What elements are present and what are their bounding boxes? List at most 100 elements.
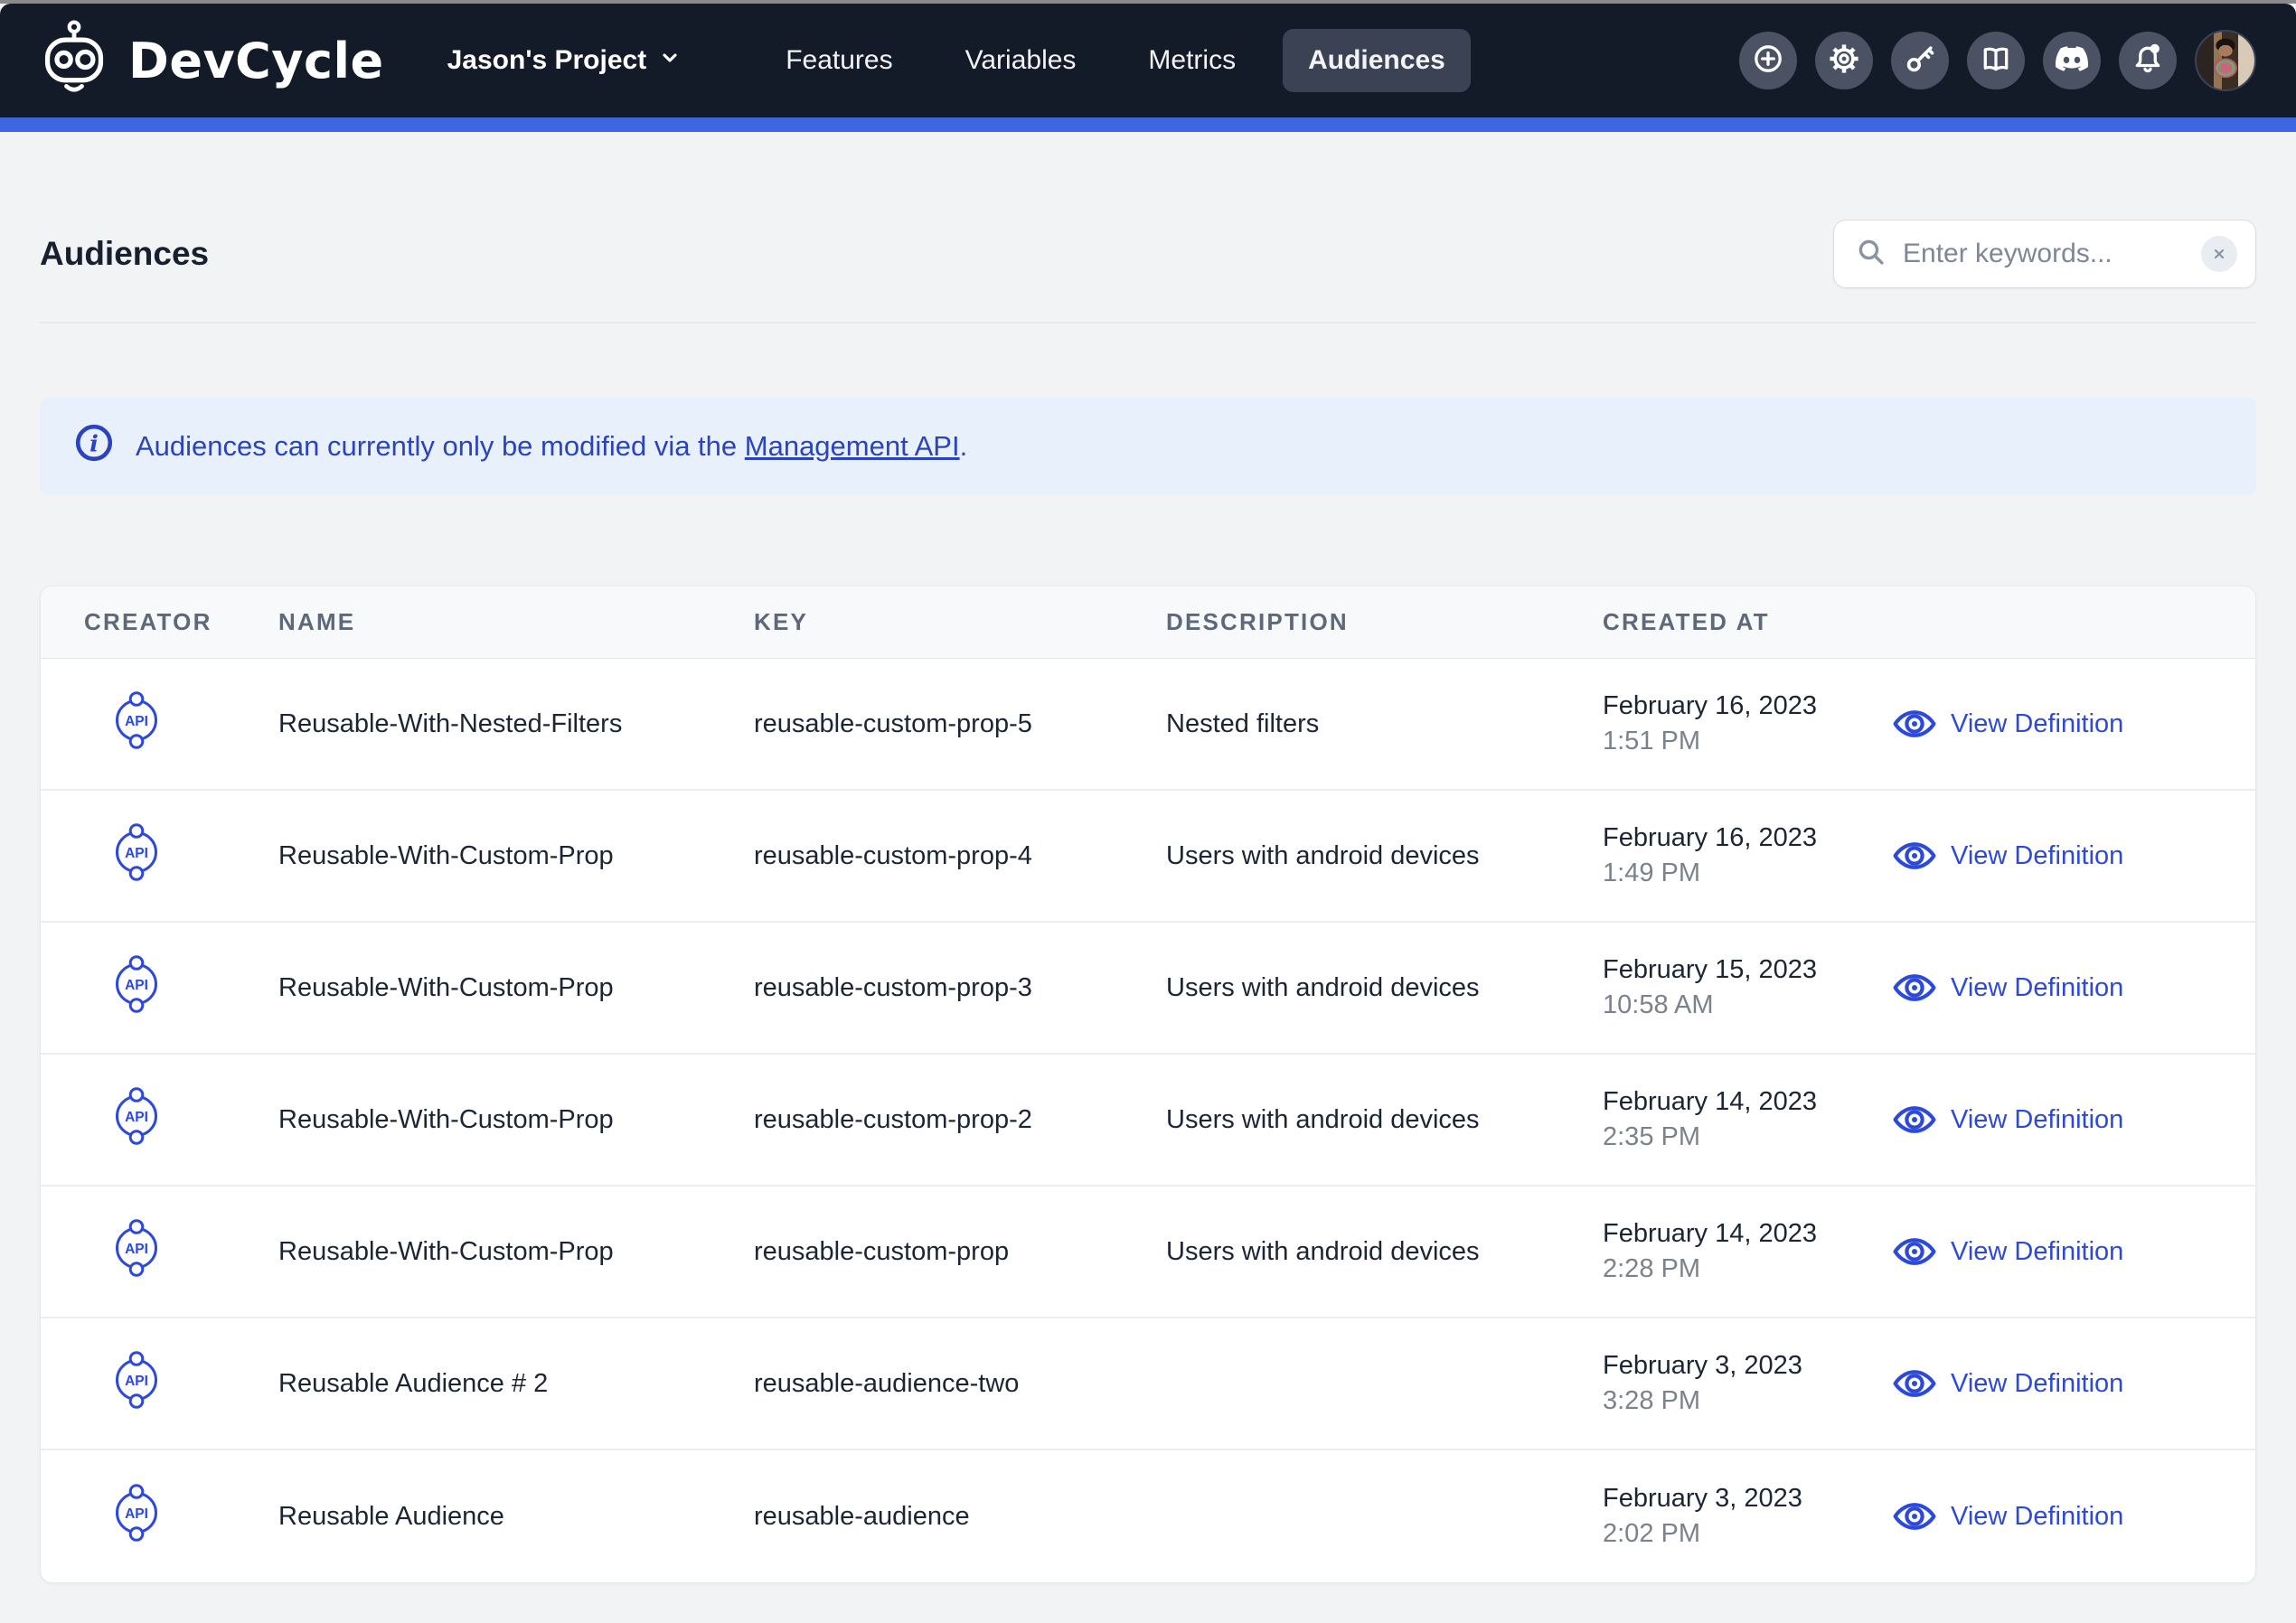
audience-key: reusable-custom-prop-4 [754, 841, 1166, 871]
management-api-link[interactable]: Management API [745, 430, 960, 462]
svg-text:i: i [89, 431, 99, 458]
api-creator-icon: API [111, 1347, 162, 1412]
audience-description: Users with android devices [1166, 973, 1603, 1003]
created-time: 2:28 PM [1603, 1252, 1893, 1287]
view-definition-link[interactable]: View Definition [1951, 1502, 2123, 1532]
table-row: API Reusable Audience # 2 reusable-audie… [41, 1318, 2255, 1450]
table-row: API Reusable Audience reusable-audience … [41, 1450, 2255, 1582]
nav-item-audiences[interactable]: Audiences [1283, 29, 1471, 92]
notifications-button[interactable] [2119, 32, 2177, 89]
brand-wordmark: DevCycle [128, 33, 384, 89]
search-box[interactable] [1833, 220, 2256, 288]
info-icon: i [74, 423, 114, 470]
eye-icon [1893, 1098, 1936, 1141]
view-definition-link[interactable]: View Definition [1951, 1105, 2123, 1135]
table-body: API Reusable-With-Nested-Filters reusabl… [41, 659, 2255, 1582]
audience-key: reusable-audience-two [754, 1369, 1166, 1399]
view-definition-link[interactable]: View Definition [1951, 973, 2123, 1003]
audience-name: Reusable-With-Custom-Prop [278, 1237, 754, 1267]
created-time: 2:35 PM [1603, 1120, 1893, 1155]
view-definition-link[interactable]: View Definition [1951, 1369, 2123, 1399]
nav-item-features[interactable]: Features [760, 29, 917, 92]
audience-key: reusable-custom-prop-3 [754, 973, 1166, 1003]
audience-name: Reusable-With-Custom-Prop [278, 973, 754, 1003]
column-header-name: NAME [278, 608, 754, 636]
created-date: February 3, 2023 [1603, 1348, 1893, 1384]
api-keys-button[interactable] [1891, 32, 1949, 89]
table-row: API Reusable-With-Custom-Prop reusable-c… [41, 923, 2255, 1055]
view-definition-link[interactable]: View Definition [1951, 1237, 2123, 1267]
audience-name: Reusable-With-Custom-Prop [278, 841, 754, 871]
plus-circle-icon [1752, 42, 1784, 80]
view-definition-link[interactable]: View Definition [1951, 709, 2123, 739]
audience-name: Reusable Audience [278, 1502, 754, 1532]
search-icon [1856, 237, 1887, 272]
navbar-actions [1739, 30, 2256, 91]
chevron-down-icon [659, 45, 681, 76]
created-date: February 16, 2023 [1603, 689, 1893, 724]
svg-text:API: API [125, 714, 148, 729]
section-divider [40, 322, 2256, 324]
svg-text:API: API [125, 1506, 148, 1522]
gear-icon [1828, 42, 1860, 80]
devcycle-logo[interactable]: DevCycle [40, 19, 384, 103]
created-date: February 14, 2023 [1603, 1216, 1893, 1252]
table-header: CREATOR NAME KEY DESCRIPTION CREATED AT [41, 586, 2255, 659]
eye-icon [1893, 966, 1936, 1009]
api-creator-icon: API [111, 1215, 162, 1281]
api-creator-icon: API [111, 820, 162, 885]
top-navbar: DevCycle Jason's Project Features Variab… [0, 4, 2296, 117]
created-time: 1:51 PM [1603, 724, 1893, 759]
audience-description: Nested filters [1166, 709, 1603, 739]
nav-item-metrics[interactable]: Metrics [1123, 29, 1261, 92]
key-icon [1904, 42, 1936, 80]
nav-item-variables[interactable]: Variables [940, 29, 1102, 92]
created-time: 1:49 PM [1603, 856, 1893, 891]
eye-icon [1893, 1362, 1936, 1405]
discord-button[interactable] [2043, 32, 2101, 89]
eye-icon [1893, 1230, 1936, 1273]
created-date: February 14, 2023 [1603, 1084, 1893, 1120]
audience-description: Users with android devices [1166, 1105, 1603, 1135]
api-creator-icon: API [111, 1480, 162, 1545]
table-row: API Reusable-With-Custom-Prop reusable-c… [41, 1055, 2255, 1187]
create-button[interactable] [1739, 32, 1797, 89]
created-time: 10:58 AM [1603, 988, 1893, 1023]
docs-button[interactable] [1967, 32, 2025, 89]
eye-icon [1893, 702, 1936, 746]
column-header-creator: CREATOR [41, 608, 278, 636]
user-avatar[interactable] [2195, 30, 2256, 91]
created-date: February 15, 2023 [1603, 952, 1893, 988]
audiences-table: CREATOR NAME KEY DESCRIPTION CREATED AT … [40, 586, 2256, 1583]
audience-key: reusable-custom-prop-5 [754, 709, 1166, 739]
audience-key: reusable-custom-prop-2 [754, 1105, 1166, 1135]
table-row: API Reusable-With-Nested-Filters reusabl… [41, 659, 2255, 791]
search-input[interactable] [1903, 239, 2201, 269]
audience-description: Users with android devices [1166, 1237, 1603, 1267]
api-creator-icon: API [111, 688, 162, 753]
api-creator-icon: API [111, 1084, 162, 1149]
accent-bar [0, 117, 2296, 132]
audience-description: Users with android devices [1166, 841, 1603, 871]
project-selector[interactable]: Jason's Project [447, 45, 682, 76]
created-time: 3:28 PM [1603, 1384, 1893, 1419]
eye-icon [1893, 1495, 1936, 1538]
bell-icon [2131, 42, 2164, 80]
eye-icon [1893, 834, 1936, 877]
view-definition-link[interactable]: View Definition [1951, 841, 2123, 871]
settings-button[interactable] [1815, 32, 1873, 89]
created-date: February 16, 2023 [1603, 821, 1893, 856]
api-creator-icon: API [111, 952, 162, 1017]
page-title: Audiences [40, 235, 209, 273]
column-header-description: DESCRIPTION [1166, 608, 1603, 636]
main-content: Audiences i Audiences can currently only… [0, 219, 2296, 1583]
created-date: February 3, 2023 [1603, 1481, 1893, 1516]
column-header-created-at: CREATED AT [1603, 608, 1893, 636]
created-time: 2:02 PM [1603, 1516, 1893, 1552]
table-row: API Reusable-With-Custom-Prop reusable-c… [41, 1187, 2255, 1318]
banner-text: Audiences can currently only be modified… [136, 430, 745, 462]
svg-text:API: API [125, 846, 148, 861]
audience-key: reusable-custom-prop [754, 1237, 1166, 1267]
banner-text-suffix: . [960, 430, 968, 462]
search-clear-button[interactable] [2201, 236, 2237, 272]
